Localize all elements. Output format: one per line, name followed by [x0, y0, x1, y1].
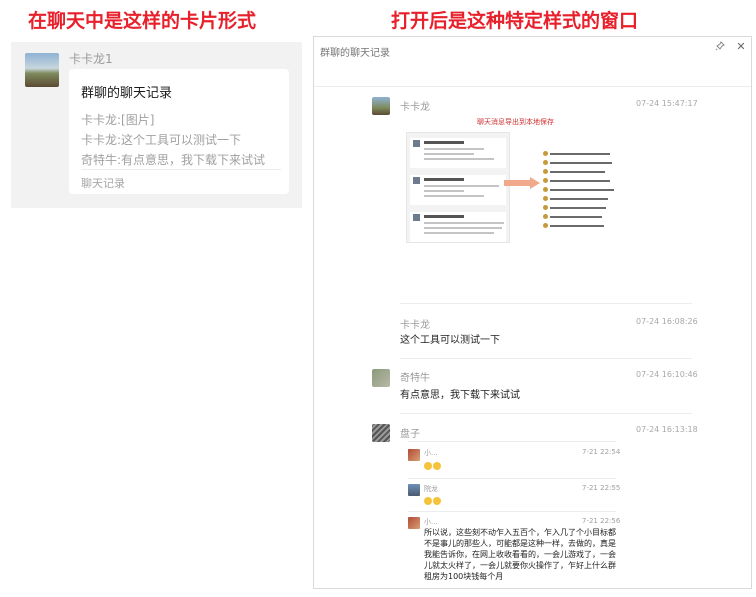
chat-history-window: 群聊的聊天记录 ✕ 卡卡龙 07-24 15:47:17 聊天消息导出到本地保存 [313, 36, 752, 589]
emoji-icon [433, 461, 441, 470]
emoji-icon [424, 496, 432, 505]
message-time: 07-24 16:10:46 [636, 370, 698, 379]
left-heading: 在聊天中是这样的卡片形式 [28, 10, 257, 32]
nested-text: 所以说，这些刻不动乍入五百个，乍入几了个小目标都不是事儿的那些人，可能都是这种一… [424, 528, 616, 581]
message-sender: 卡卡龙 [400, 320, 430, 331]
image-row [410, 212, 506, 242]
pin-icon[interactable] [714, 41, 726, 54]
message-time: 07-24 16:13:18 [636, 425, 698, 434]
image-panel [406, 132, 510, 243]
close-icon[interactable]: ✕ [735, 40, 747, 53]
card-title: 群聊的聊天记录 [81, 86, 173, 101]
avatar[interactable] [372, 97, 390, 115]
message-text: 这个工具可以测试一下 [400, 335, 500, 346]
nested-sender: 院龙 [424, 485, 438, 493]
avatar[interactable] [372, 369, 390, 387]
sender-name: 卡卡龙1 [69, 52, 113, 66]
emoji-icon [424, 461, 432, 470]
message-sender: 卡卡龙 [400, 102, 430, 113]
nested-divider [408, 511, 616, 512]
window-title: 群聊的聊天记录 [320, 48, 390, 59]
image-row [410, 138, 506, 168]
nested-time: 7-21 22:56 [582, 517, 621, 525]
message-divider [400, 358, 692, 359]
emoji-row [424, 495, 618, 506]
right-heading: 打开后是这种特定样式的窗口 [391, 10, 639, 32]
nested-divider [408, 441, 616, 442]
message-sender: 奇特牛 [400, 373, 430, 384]
card-divider [81, 169, 281, 170]
message-sender: 盘子 [400, 429, 420, 440]
card-footer: 聊天记录 [81, 177, 125, 190]
nested-time: 7-21 22:55 [582, 484, 621, 492]
file-list [543, 150, 614, 231]
window-header: 群聊的聊天记录 ✕ [314, 37, 751, 87]
message-time: 07-24 15:47:17 [636, 99, 698, 108]
message-divider [400, 303, 692, 304]
message-image[interactable]: 聊天消息导出到本地保存 [400, 112, 614, 245]
message-divider [400, 413, 692, 414]
arrow-icon [504, 177, 540, 189]
chat-message-area: 卡卡龙1 群聊的聊天记录 卡卡龙:[图片] 卡卡龙:这个工具可以测试一下 奇特牛… [11, 42, 302, 208]
screenshot-root: 在聊天中是这样的卡片形式 打开后是这种特定样式的窗口 卡卡龙1 群聊的聊天记录 … [0, 0, 756, 597]
message-text: 有点意思，我下载下来试试 [400, 390, 520, 401]
nested-time: 7-21 22:54 [582, 448, 621, 456]
image-caption: 聊天消息导出到本地保存 [477, 118, 554, 126]
image-row [410, 175, 506, 205]
avatar [408, 484, 420, 496]
avatar [408, 449, 420, 461]
emoji-icon [433, 496, 441, 505]
nested-sender: 小... [424, 449, 438, 457]
nested-divider [408, 478, 616, 479]
card-line: 卡卡龙:[图片] [81, 113, 155, 127]
emoji-row [424, 460, 618, 471]
card-line: 卡卡龙:这个工具可以测试一下 [81, 133, 242, 147]
card-line: 奇特牛:有点意思，我下载下来试试 [81, 153, 266, 167]
nested-sender: 小... [424, 518, 438, 526]
avatar[interactable] [372, 424, 390, 442]
avatar [408, 517, 420, 529]
message-time: 07-24 16:08:26 [636, 317, 698, 326]
avatar[interactable] [25, 53, 59, 87]
chat-history-card[interactable]: 群聊的聊天记录 卡卡龙:[图片] 卡卡龙:这个工具可以测试一下 奇特牛:有点意思… [69, 69, 289, 194]
